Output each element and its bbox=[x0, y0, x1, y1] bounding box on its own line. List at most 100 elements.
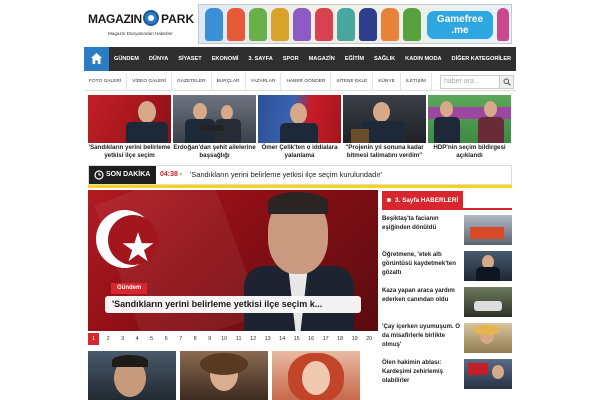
subnav-sitene-ekle[interactable]: SİTENE EKLE bbox=[331, 73, 374, 91]
pager-item[interactable]: 4 bbox=[131, 333, 143, 345]
home-button[interactable] bbox=[84, 47, 109, 71]
pager-item[interactable]: 6 bbox=[160, 333, 172, 345]
breaking-label-text: SON DAKİKA bbox=[106, 171, 151, 178]
pager-item[interactable]: 2 bbox=[102, 333, 114, 345]
ad-banner[interactable]: Gamefree .me bbox=[198, 4, 512, 44]
subnav-yazarlar[interactable]: YAZARLAR bbox=[246, 73, 282, 91]
sidebar-news-item[interactable]: Öğretmene, 'etek altı görüntüsü kaydetme… bbox=[382, 251, 512, 285]
banner-character bbox=[359, 8, 377, 41]
pager-item[interactable]: 19 bbox=[349, 333, 361, 345]
sidebar-news-item[interactable]: Kaza yapan araca yardım ederken canından… bbox=[382, 287, 512, 321]
nav-item-spor[interactable]: SPOR bbox=[278, 47, 304, 71]
banner-character bbox=[315, 8, 333, 41]
pager-item[interactable]: 3 bbox=[117, 333, 129, 345]
person-face bbox=[484, 101, 497, 117]
gamefree-line2: .me bbox=[451, 25, 469, 36]
pager-item[interactable]: 11 bbox=[233, 333, 245, 345]
thumb-caption: "Projenin yıl sonuna kadar bitmesi talim… bbox=[345, 144, 424, 159]
thumb-caption: 'Sandıkların yerini belirleme yetkisi il… bbox=[88, 144, 171, 159]
sidebar-news-title[interactable]: Öğretmene, 'etek altı görüntüsü kaydetme… bbox=[382, 251, 460, 277]
thumb-image bbox=[428, 95, 511, 143]
pager-item[interactable]: 8 bbox=[189, 333, 201, 345]
sub-nav-items: FOTO GALERİ VİDEO GALERİ GAZETELER BURÇL… bbox=[84, 73, 432, 91]
sidebar-news-title[interactable]: Ölen hakimin ablası: Kardeşimi zehirlemi… bbox=[382, 359, 460, 385]
subnav-video-galeri[interactable]: VİDEO GALERİ bbox=[127, 73, 173, 91]
sub-nav: FOTO GALERİ VİDEO GALERİ GAZETELER BURÇL… bbox=[84, 73, 516, 91]
nav-item-gundem[interactable]: GÜNDEM bbox=[109, 47, 144, 71]
nav-item-kadin-moda[interactable]: KADIN MODA bbox=[400, 47, 446, 71]
headline-thumb[interactable]: 'Sandıkların yerini belirleme yetkisi il… bbox=[88, 95, 171, 161]
sidebar-news-title[interactable]: Kaza yapan araca yardım ederken canından… bbox=[382, 287, 460, 305]
pager-item[interactable]: 7 bbox=[175, 333, 187, 345]
sidebar-news-item[interactable]: Ölen hakimin ablası: Kardeşimi zehirlemi… bbox=[382, 359, 512, 393]
bottom-thumb[interactable] bbox=[88, 351, 176, 400]
bottom-thumb[interactable] bbox=[272, 351, 360, 400]
breaking-news-label: SON DAKİKA bbox=[89, 166, 156, 184]
headline-thumb[interactable]: HDP'nin seçim bildirgesi açıklandı bbox=[428, 95, 511, 161]
sidebar-news-image bbox=[464, 323, 512, 353]
person-suit bbox=[476, 267, 500, 281]
subnav-gazeteler[interactable]: GAZETELER bbox=[172, 73, 212, 91]
headline-thumb[interactable]: "Projenin yıl sonuna kadar bitmesi talim… bbox=[343, 95, 426, 161]
subnav-burclar[interactable]: BURÇLAR bbox=[212, 73, 246, 91]
pager-item[interactable]: 20 bbox=[363, 333, 375, 345]
pager-item[interactable]: 16 bbox=[305, 333, 317, 345]
nav-item-saglik[interactable]: SAĞLIK bbox=[369, 47, 400, 71]
logo-text-park: PARK bbox=[161, 12, 195, 26]
person-face bbox=[440, 101, 453, 117]
pager-item[interactable]: 17 bbox=[320, 333, 332, 345]
pager-item[interactable]: 10 bbox=[218, 333, 230, 345]
bottom-thumb[interactable] bbox=[180, 351, 268, 400]
pager-item[interactable]: 13 bbox=[262, 333, 274, 345]
search-input[interactable]: haber ara... bbox=[444, 76, 480, 88]
headline-thumbnails: 'Sandıkların yerini belirleme yetkisi il… bbox=[88, 95, 512, 161]
subnav-foto-galeri[interactable]: FOTO GALERİ bbox=[84, 73, 128, 91]
gamefree-logo: Gamefree .me bbox=[427, 11, 493, 39]
search-button[interactable] bbox=[499, 76, 513, 88]
person-face bbox=[138, 101, 156, 123]
main-nav: GÜNDEM DÜNYA SİYASET EKONOMİ 3. SAYFA SP… bbox=[84, 47, 516, 71]
sidebar-news-item[interactable]: Beşiktaş'ta facianın eşiğinden dönüldü bbox=[382, 215, 512, 249]
lectern bbox=[351, 129, 369, 143]
slider-category-badge[interactable]: Gündem bbox=[111, 283, 148, 294]
subnav-haber-gonder[interactable]: HABER GÖNDER bbox=[281, 73, 332, 91]
site-logo[interactable]: MAGAZIN PARK Magazin Dünyasından Haberle… bbox=[88, 6, 195, 40]
nav-item-ekonomi[interactable]: EKONOMİ bbox=[207, 47, 244, 71]
nav-item-siyaset[interactable]: SİYASET bbox=[173, 47, 206, 71]
banner-character bbox=[271, 8, 289, 41]
pager-item[interactable]: 5 bbox=[146, 333, 158, 345]
nav-item-magazin[interactable]: MAGAZİN bbox=[304, 47, 340, 71]
pager-item[interactable]: 18 bbox=[334, 333, 346, 345]
banner-character bbox=[403, 8, 421, 41]
banner-character bbox=[227, 8, 245, 41]
sidebar-news-title[interactable]: Beşiktaş'ta facianın eşiğinden dönüldü bbox=[382, 215, 460, 233]
search-icon bbox=[503, 78, 511, 86]
slider-title[interactable]: 'Sandıkların yerini belirleme yetkisi il… bbox=[105, 296, 361, 313]
sidebar-news-image bbox=[464, 251, 512, 281]
nav-item-dunya[interactable]: DÜNYA bbox=[144, 47, 173, 71]
sidebar-title[interactable]: 3. Sayfa HABERLERİ bbox=[382, 191, 464, 210]
thumb-image bbox=[88, 95, 171, 143]
sidebar-news-title[interactable]: 'Çay içerken uyumuşum. O da misafirlerle… bbox=[382, 323, 460, 349]
person-hair bbox=[200, 353, 248, 375]
breaking-news-bar[interactable]: SON DAKİKA 04:38 - 'Sandıkların yerini b… bbox=[88, 165, 512, 185]
person-suit bbox=[434, 117, 460, 143]
sidebar-news-item[interactable]: 'Çay içerken uyumuşum. O da misafirlerle… bbox=[382, 323, 512, 357]
headline-thumb[interactable]: Ömer Çelik'ten o iddialara yalanlama bbox=[258, 95, 341, 161]
breaking-headline[interactable]: 'Sandıkların yerini belirleme yetkisi il… bbox=[190, 166, 382, 184]
banner-character bbox=[497, 8, 509, 41]
pager-item[interactable]: 1 bbox=[88, 333, 100, 345]
pager-item[interactable]: 14 bbox=[276, 333, 288, 345]
headline-thumb[interactable]: Erdoğan'dan şehit ailelerine başsağlığı bbox=[173, 95, 256, 161]
nav-item-3-sayfa[interactable]: 3. SAYFA bbox=[243, 47, 277, 71]
subnav-iletisim[interactable]: İLETİŞİM bbox=[401, 73, 432, 91]
person-suit bbox=[185, 119, 215, 143]
nav-item-diger-kategoriler[interactable]: DİĞER KATEGORİLER bbox=[447, 47, 516, 71]
nav-item-egitim[interactable]: EĞİTİM bbox=[340, 47, 369, 71]
clock-icon bbox=[94, 170, 104, 180]
pager-item[interactable]: 9 bbox=[204, 333, 216, 345]
pager-item[interactable]: 12 bbox=[247, 333, 259, 345]
subnav-kunye[interactable]: KÜNYE bbox=[373, 73, 401, 91]
pager-item[interactable]: 15 bbox=[291, 333, 303, 345]
headline-slider[interactable]: ★ Gündem 'Sandıkların yerini belirleme y… bbox=[88, 190, 378, 331]
